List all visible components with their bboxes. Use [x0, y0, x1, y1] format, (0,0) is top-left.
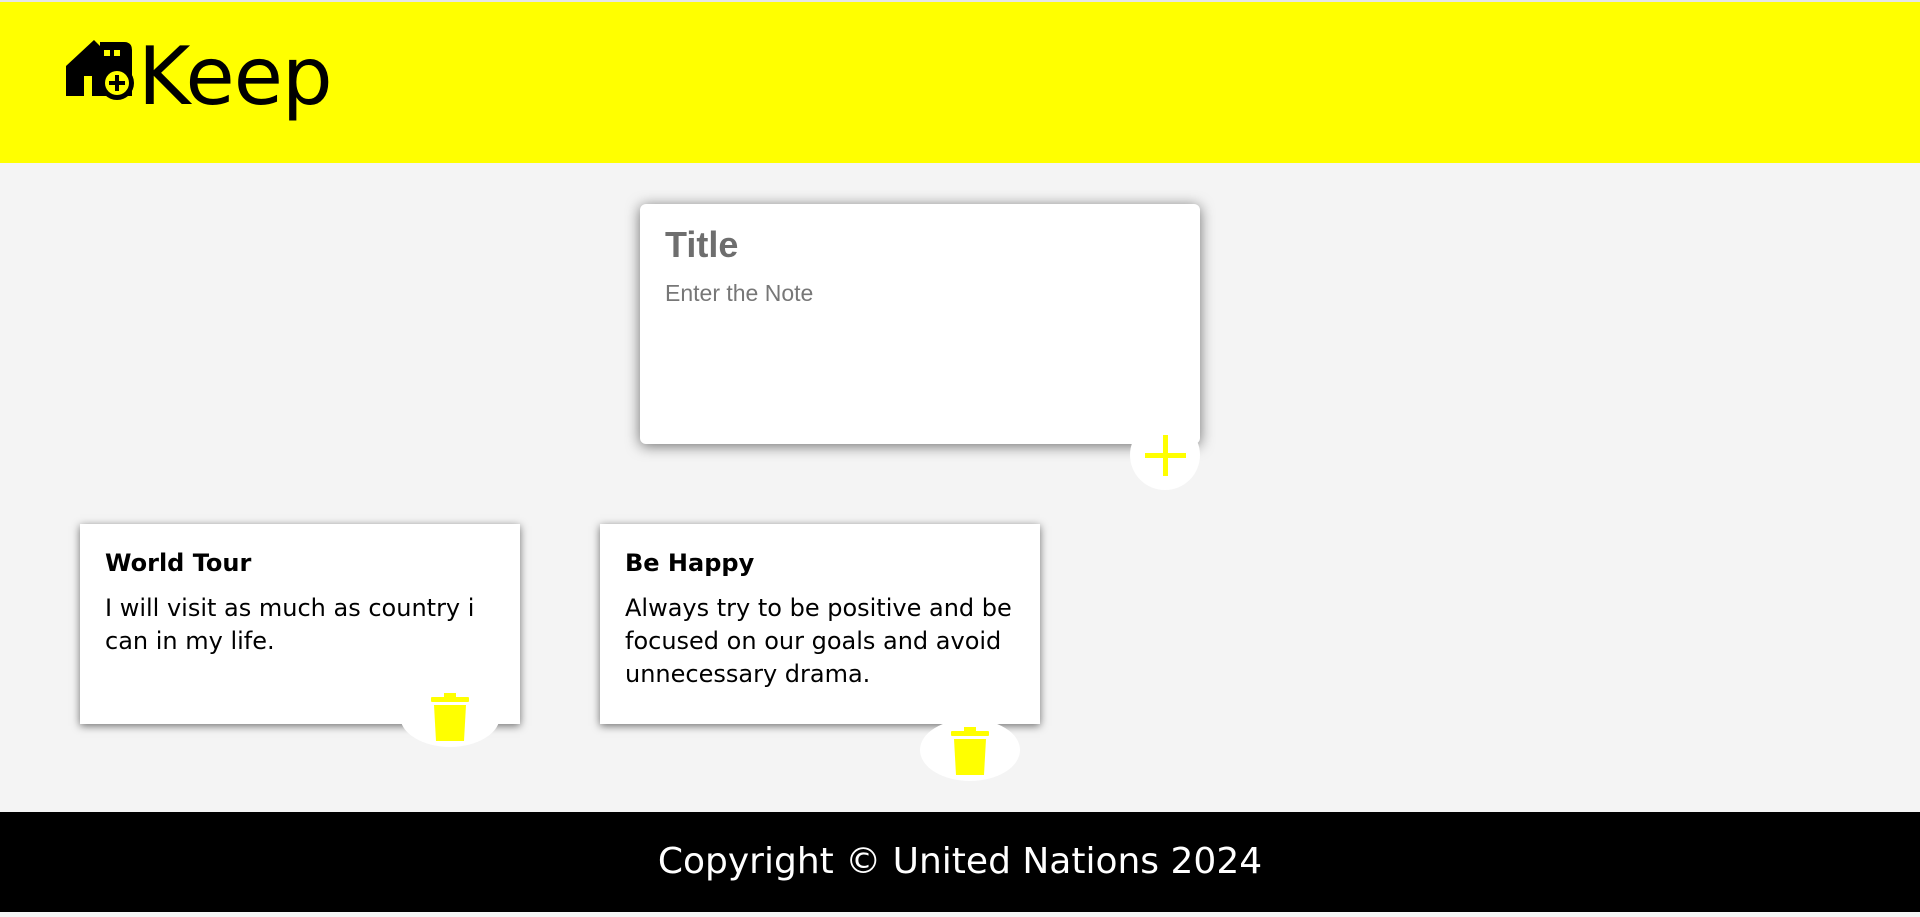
note-content: I will visit as much as country i can in… — [105, 594, 475, 655]
note-title: World Tour — [105, 549, 252, 577]
note-title-input[interactable] — [665, 224, 1175, 266]
app-footer: Copyright © United Nations 2024 — [0, 812, 1920, 912]
note-title: Be Happy — [625, 549, 755, 577]
create-note-form — [640, 204, 1200, 444]
add-note-button[interactable] — [1130, 420, 1200, 490]
note-content-input[interactable] — [665, 280, 1175, 420]
house-plus-icon — [64, 36, 136, 100]
app-logo-text: Keep — [138, 30, 333, 123]
delete-note-button[interactable] — [920, 719, 1020, 781]
app-header: Keep — [0, 0, 1920, 163]
note-content: Always try to be positive and be focused… — [625, 594, 1012, 688]
delete-note-button[interactable] — [400, 685, 500, 747]
plus-icon — [1130, 435, 1200, 493]
copyright-text: Copyright © United Nations 2024 — [657, 841, 1263, 882]
note-card: Be Happy Always try to be positive and b… — [600, 524, 1040, 724]
